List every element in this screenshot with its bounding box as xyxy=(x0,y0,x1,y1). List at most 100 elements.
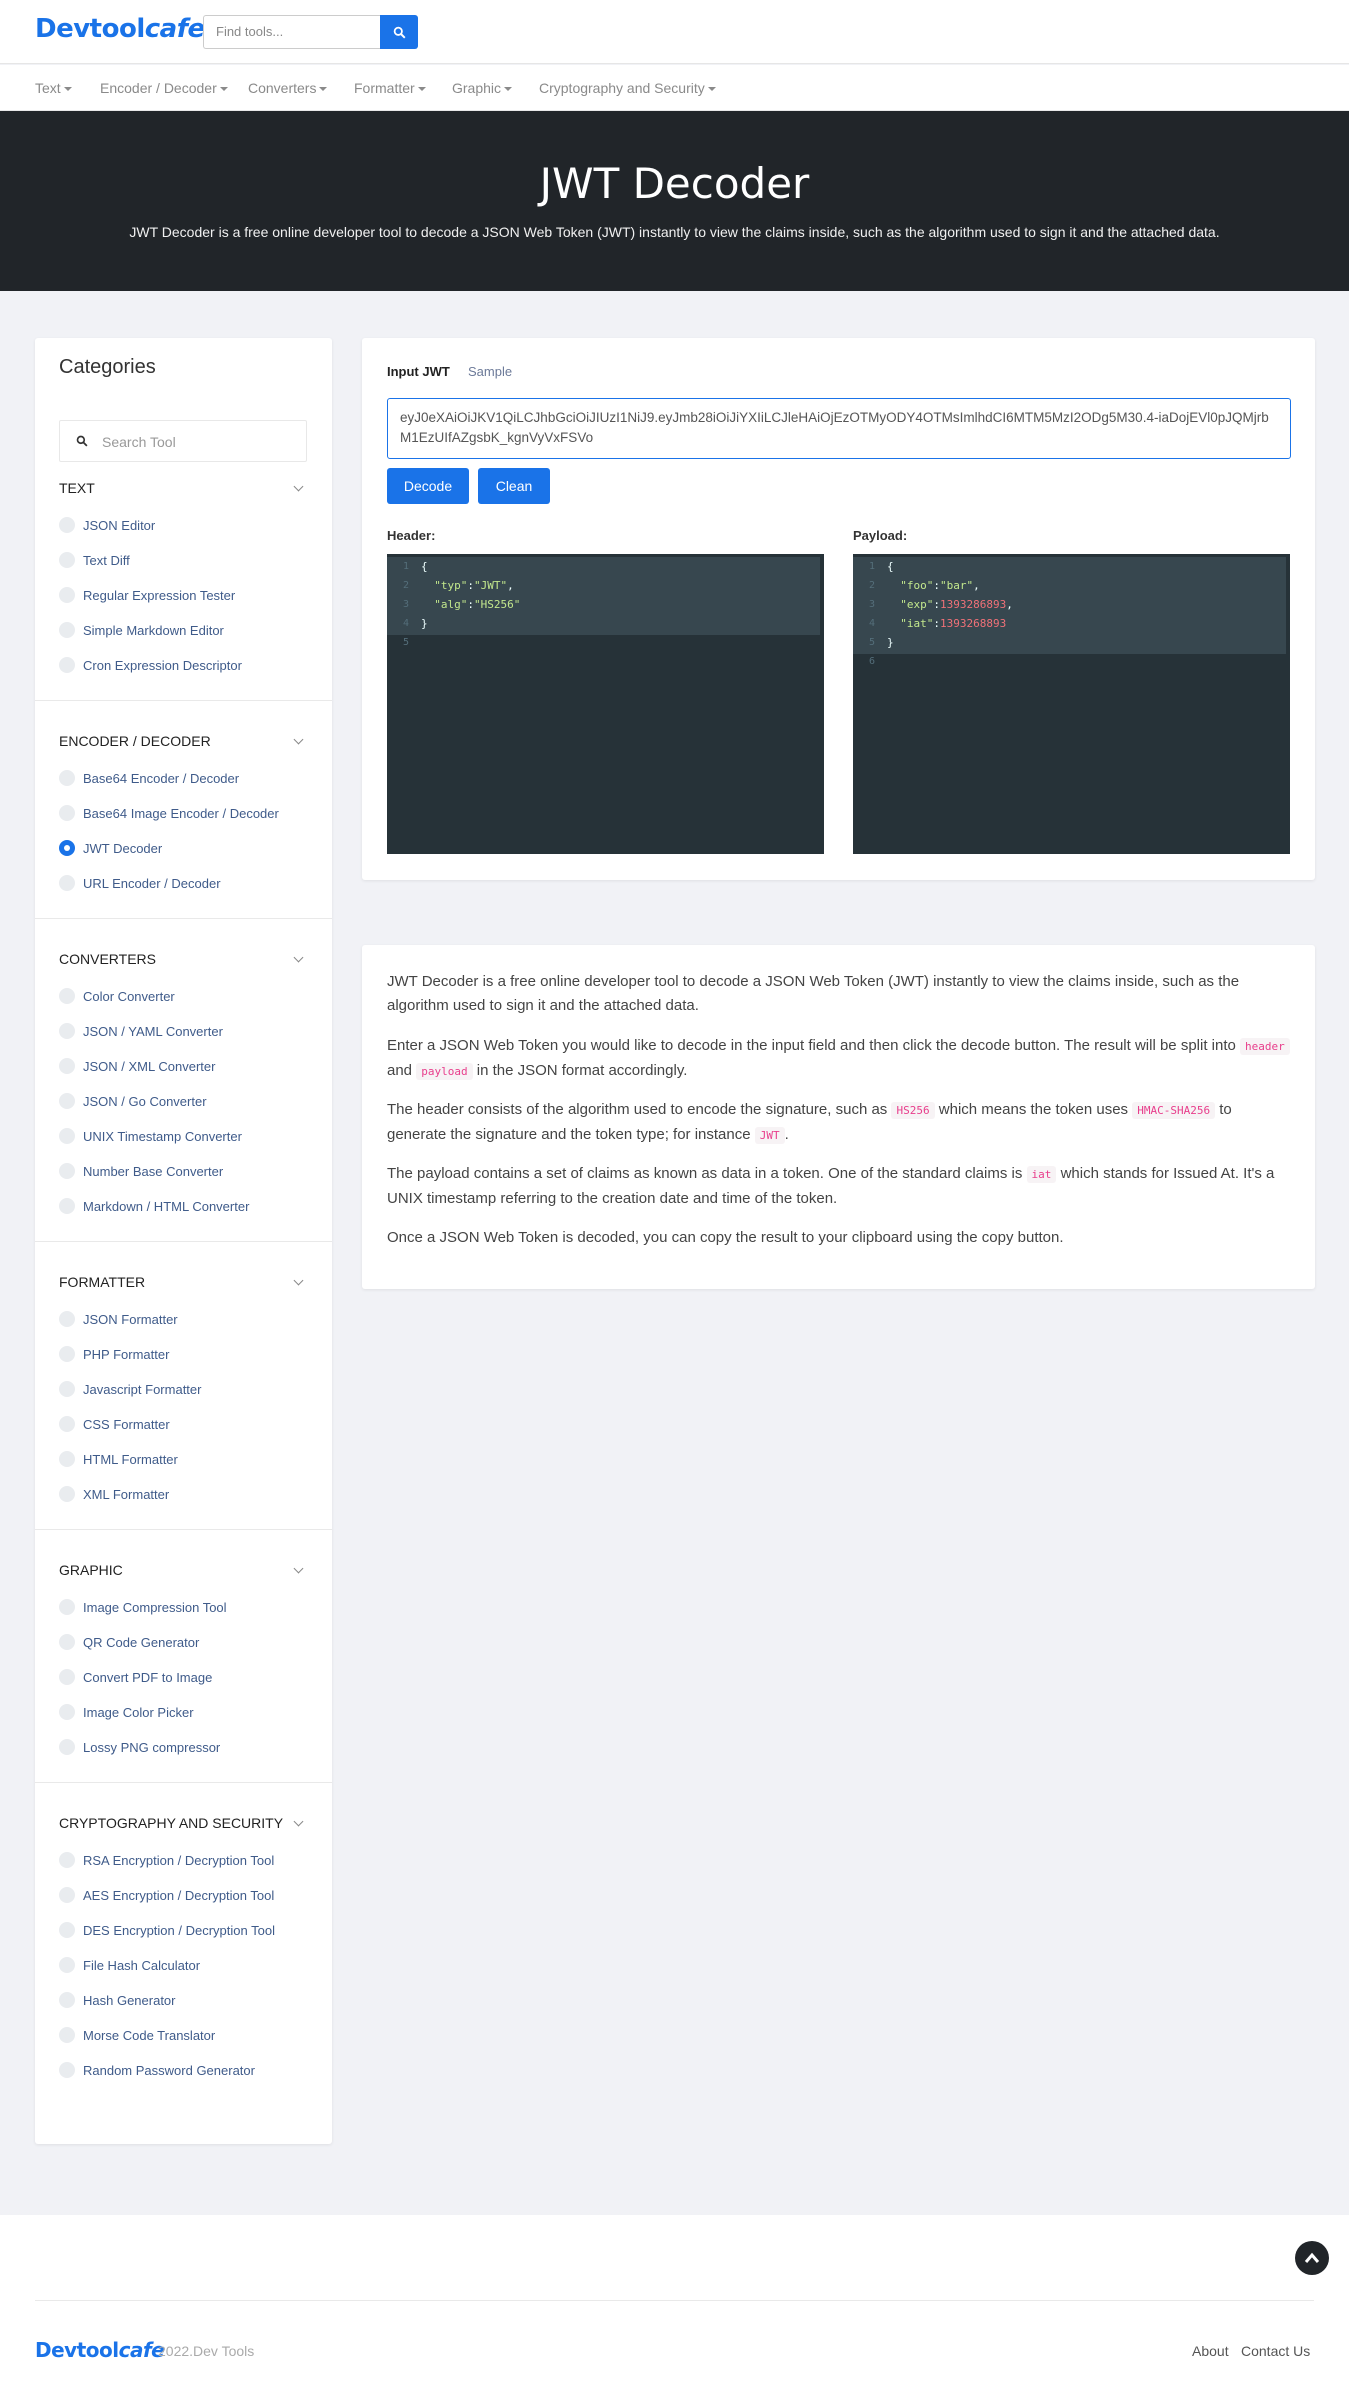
sidebar-item-label: Image Compression Tool xyxy=(83,1599,227,1615)
nav-formatter[interactable]: Formatter xyxy=(354,80,426,96)
sidebar-item[interactable]: XML Formatter xyxy=(59,1484,169,1504)
chevron-down-icon[interactable] xyxy=(293,1563,304,1574)
inline-code: HMAC-SHA256 xyxy=(1132,1102,1216,1119)
sidebar-search-input[interactable]: Search Tool xyxy=(59,420,307,462)
sidebar-item[interactable]: PHP Formatter xyxy=(59,1344,169,1364)
chevron-down-icon[interactable] xyxy=(293,952,304,963)
code-text: } xyxy=(421,617,428,630)
sidebar-item[interactable]: Markdown / HTML Converter xyxy=(59,1196,249,1216)
sidebar-item[interactable]: File Hash Calculator xyxy=(59,1955,200,1975)
code-line: 6 xyxy=(853,652,1290,671)
sidebar-item[interactable]: JWT Decoder xyxy=(59,838,162,858)
sidebar-item-label: Hash Generator xyxy=(83,1992,176,2008)
sidebar-item-label: UNIX Timestamp Converter xyxy=(83,1128,242,1144)
sidebar-item[interactable]: Color Converter xyxy=(59,986,175,1006)
sidebar-item[interactable]: Lossy PNG compressor xyxy=(59,1737,220,1757)
site-logo[interactable]: Devtoolcafe xyxy=(35,14,205,44)
sidebar-item-label: CSS Formatter xyxy=(83,1416,170,1432)
radio-icon xyxy=(59,1381,75,1397)
radio-icon xyxy=(59,2062,75,2078)
sidebar-item[interactable]: QR Code Generator xyxy=(59,1632,199,1652)
jwt-input-field[interactable]: eyJ0eXAiOiJKV1QiLCJhbGciOiJIUzI1NiJ9.eyJ… xyxy=(387,398,1291,459)
radio-icon xyxy=(59,1599,75,1615)
sidebar-item[interactable]: Regular Expression Tester xyxy=(59,585,235,605)
line-number: 5 xyxy=(402,637,409,648)
code-text: "alg":"HS256" xyxy=(434,598,521,611)
category-title[interactable]: FORMATTER xyxy=(59,1274,145,1290)
chevron-down-icon[interactable] xyxy=(293,734,304,745)
nav-cryptography[interactable]: Cryptography and Security xyxy=(539,80,716,96)
footer-logo[interactable]: Devtoolcafe xyxy=(35,2338,165,2362)
category-title[interactable]: CONVERTERS xyxy=(59,951,156,967)
sidebar-item[interactable]: JSON / XML Converter xyxy=(59,1056,215,1076)
sidebar-item[interactable]: JSON Editor xyxy=(59,515,155,535)
category-divider xyxy=(35,700,332,701)
sidebar-item[interactable]: Javascript Formatter xyxy=(59,1379,201,1399)
sidebar-item[interactable]: JSON / YAML Converter xyxy=(59,1021,223,1041)
sidebar-item[interactable]: Image Compression Tool xyxy=(59,1597,227,1617)
footer-about-link[interactable]: About xyxy=(1192,2343,1229,2359)
line-number: 4 xyxy=(402,618,409,629)
nav-text[interactable]: Text xyxy=(35,80,72,96)
tab-input-jwt[interactable]: Input JWT xyxy=(387,364,450,379)
sidebar-item[interactable]: URL Encoder / Decoder xyxy=(59,873,221,893)
sidebar-item-label: Javascript Formatter xyxy=(83,1381,202,1397)
chevron-down-icon[interactable] xyxy=(293,1275,304,1286)
sidebar-item[interactable]: RSA Encryption / Decryption Tool xyxy=(59,1850,274,1870)
logo-text: Devtool xyxy=(35,14,145,44)
sidebar-item-label: Morse Code Translator xyxy=(83,2027,216,2043)
sidebar-item[interactable]: DES Encryption / Decryption Tool xyxy=(59,1920,275,1940)
chevron-down-icon[interactable] xyxy=(293,1816,304,1827)
sidebar-item[interactable]: Base64 Image Encoder / Decoder xyxy=(59,803,279,823)
category-title[interactable]: CRYPTOGRAPHY AND SECURITY xyxy=(59,1815,283,1831)
sidebar-item[interactable]: UNIX Timestamp Converter xyxy=(59,1126,242,1146)
sidebar-item[interactable]: Number Base Converter xyxy=(59,1161,223,1181)
sidebar-item[interactable]: Simple Markdown Editor xyxy=(59,620,224,640)
sidebar-item[interactable]: Image Color Picker xyxy=(59,1702,194,1722)
category-title[interactable]: TEXT xyxy=(59,480,95,496)
sidebar-item[interactable]: Convert PDF to Image xyxy=(59,1667,212,1687)
decode-button[interactable]: Decode xyxy=(387,468,469,504)
payload-json-editor[interactable]: 1{2 "foo":"bar", 3 "exp":1393286893, 4 "ia… xyxy=(853,554,1290,854)
sidebar-item[interactable]: Hash Generator xyxy=(59,1990,176,2010)
search-button[interactable] xyxy=(380,15,418,49)
category-divider xyxy=(35,918,332,919)
sidebar-item[interactable]: AES Encryption / Decryption Tool xyxy=(59,1885,274,1905)
sidebar-item[interactable]: Base64 Encoder / Decoder xyxy=(59,768,239,788)
footer-divider xyxy=(35,2300,1314,2301)
sidebar-item[interactable]: Text Diff xyxy=(59,550,130,570)
sidebar-item[interactable]: Random Password Generator xyxy=(59,2060,255,2080)
radio-icon xyxy=(59,1669,75,1685)
radio-icon xyxy=(59,587,75,603)
radio-icon xyxy=(59,1023,75,1039)
footer-contact-link[interactable]: Contact Us xyxy=(1241,2343,1310,2359)
category-title[interactable]: ENCODER / DECODER xyxy=(59,733,211,749)
sidebar-item[interactable]: HTML Formatter xyxy=(59,1449,178,1469)
sidebar-item-label: File Hash Calculator xyxy=(83,1957,201,1973)
category-divider xyxy=(35,1529,332,1530)
line-number: 5 xyxy=(868,637,875,648)
header-json-editor[interactable]: 1{2 "typ":"JWT", 3 "alg":"HS256" 4} 5 xyxy=(387,554,824,854)
sidebar-item[interactable]: JSON / Go Converter xyxy=(59,1091,207,1111)
sidebar-item[interactable]: CSS Formatter xyxy=(59,1414,170,1434)
scroll-to-top-button[interactable] xyxy=(1295,2241,1329,2275)
radio-icon xyxy=(59,805,75,821)
code-line: 2 "typ":"JWT", xyxy=(387,576,824,595)
sidebar-search-placeholder: Search Tool xyxy=(102,434,176,450)
sidebar-item[interactable]: Cron Expression Descriptor xyxy=(59,655,242,675)
chevron-down-icon[interactable] xyxy=(293,481,304,492)
clean-button[interactable]: Clean xyxy=(478,468,550,504)
radio-icon xyxy=(59,1852,75,1868)
radio-icon xyxy=(59,1922,75,1938)
sidebar-item[interactable]: JSON Formatter xyxy=(59,1309,178,1329)
nav-converters[interactable]: Converters xyxy=(248,80,328,96)
find-tools-input[interactable]: Find tools... xyxy=(203,15,380,49)
nav-graphic[interactable]: Graphic xyxy=(452,80,513,96)
page-title: JWT Decoder xyxy=(539,159,810,208)
top-bar: Devtoolcafe Find tools... xyxy=(0,0,1349,64)
tab-sample[interactable]: Sample xyxy=(468,364,512,379)
sidebar-item[interactable]: Morse Code Translator xyxy=(59,2025,215,2045)
nav-encoder-decoder[interactable]: Encoder / Decoder xyxy=(100,80,228,96)
sidebar-item-label: Text Diff xyxy=(83,552,130,568)
category-title[interactable]: GRAPHIC xyxy=(59,1562,123,1578)
